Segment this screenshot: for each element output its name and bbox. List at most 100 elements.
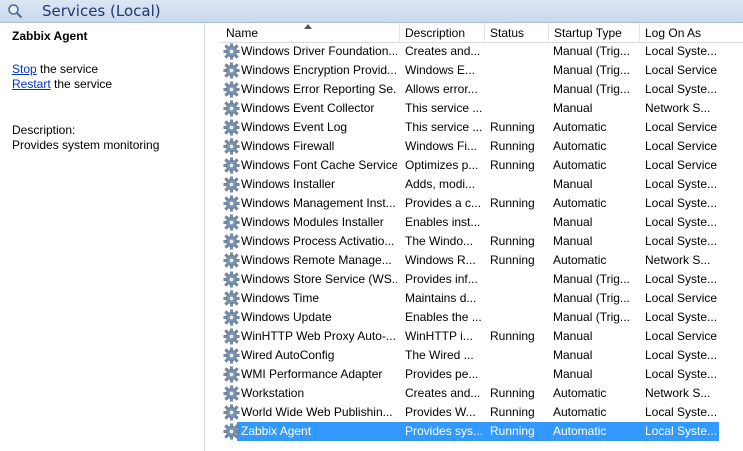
service-name-cell: Windows Modules Installer	[241, 215, 384, 229]
service-row[interactable]: Windows Event Log This service ... Running…	[219, 118, 743, 137]
column-header-description-label: Description	[405, 26, 466, 40]
service-status-cell: Running	[490, 120, 535, 134]
service-status-cell: Running	[490, 234, 535, 248]
service-row[interactable]: WinHTTP Web Proxy Auto-... WinHTTP i... Ru…	[219, 327, 743, 346]
gear-icon	[223, 366, 240, 383]
service-row[interactable]: Windows Installer Adds, modi... Manual Loca…	[219, 175, 743, 194]
service-status-cell	[490, 289, 546, 308]
service-description-cell: Maintains d...	[405, 291, 477, 305]
service-name-cell: WinHTTP Web Proxy Auto-...	[241, 329, 396, 343]
service-status-cell	[490, 213, 546, 232]
service-startup-cell: Manual	[553, 234, 593, 248]
service-row[interactable]: Wired AutoConfig The Wired ... Manual Local…	[219, 346, 743, 365]
gear-icon	[223, 119, 240, 136]
service-logon-cell: Local Syste...	[645, 310, 718, 324]
service-name-cell: Zabbix Agent	[241, 424, 312, 438]
service-startup-cell: Automatic	[553, 139, 607, 153]
service-logon-cell: Network S...	[645, 386, 711, 400]
service-row[interactable]: Windows Process Activatio... The Windo...…	[219, 232, 743, 251]
service-description-cell: This service ...	[405, 120, 483, 134]
service-startup-cell: Manual	[553, 177, 593, 191]
service-name-cell: Workstation	[241, 386, 305, 400]
service-status-cell	[490, 175, 546, 194]
restart-action-text: the service	[50, 77, 113, 91]
service-status-cell	[490, 270, 546, 289]
gear-icon	[223, 271, 240, 288]
gear-icon	[223, 138, 240, 155]
service-startup-cell: Manual (Trig...	[553, 291, 630, 305]
service-name-cell: Windows Management Inst...	[241, 196, 396, 210]
gear-icon	[223, 347, 240, 364]
service-row[interactable]: Windows Time Maintains d... Manual (Trig..…	[219, 289, 743, 308]
service-description-cell: Provides sys...	[405, 424, 483, 438]
service-startup-cell: Manual	[553, 215, 593, 229]
service-startup-cell: Manual (Trig...	[553, 272, 630, 286]
service-name-cell: WMI Performance Adapter	[241, 367, 383, 381]
gear-icon	[223, 233, 240, 250]
service-status-cell	[490, 61, 546, 80]
service-status-cell: Running	[490, 424, 535, 438]
service-logon-cell: Local Service	[645, 139, 718, 153]
restart-service-link[interactable]: Restart	[12, 77, 51, 91]
service-startup-cell: Automatic	[553, 158, 607, 172]
service-description-cell: The Windo...	[405, 234, 474, 248]
service-name-cell: Windows Installer	[241, 177, 336, 191]
service-status-cell: Running	[490, 253, 535, 267]
service-description-cell: Windows Fi...	[405, 139, 478, 153]
service-row[interactable]: Windows Driver Foundation... Creates and.…	[219, 42, 743, 61]
service-row[interactable]: Windows Remote Manage... Windows R... Runn…	[219, 251, 743, 270]
column-header-status[interactable]: Status	[485, 23, 549, 42]
service-logon-cell: Local Syste...	[645, 82, 718, 96]
service-row[interactable]: Windows Event Collector This service ... M…	[219, 99, 743, 118]
page-title: Services (Local)	[42, 2, 161, 20]
service-details-pane: Zabbix Agent Stop the service Restart th…	[0, 23, 205, 451]
service-row[interactable]: Windows Error Reporting Se... Allows erro…	[219, 80, 743, 99]
services-list: Name Description Status Startup Type Log…	[219, 23, 743, 451]
service-name-cell: Windows Error Reporting Se...	[241, 82, 397, 96]
service-status-cell	[490, 99, 546, 118]
service-logon-cell: Local Service	[645, 120, 718, 134]
gear-icon	[223, 252, 240, 269]
service-row[interactable]: Windows Encryption Provid... Windows E...…	[219, 61, 743, 80]
service-status-cell	[490, 80, 546, 99]
service-description-cell: Provides W...	[405, 405, 476, 419]
column-header-name[interactable]: Name	[219, 23, 400, 42]
gear-icon	[223, 62, 240, 79]
service-row[interactable]: Windows Font Cache Service Optimizes p...…	[219, 156, 743, 175]
service-logon-cell: Local Syste...	[645, 405, 718, 419]
column-header-startup-type[interactable]: Startup Type	[549, 23, 640, 42]
service-row[interactable]: Windows Management Inst... Provides a c..…	[219, 194, 743, 213]
service-row[interactable]: Windows Modules Installer Enables inst...…	[219, 213, 743, 232]
service-name-cell: Wired AutoConfig	[241, 348, 335, 362]
service-name-cell: Windows Process Activatio...	[241, 234, 395, 248]
service-startup-cell: Automatic	[553, 253, 607, 267]
column-header-startup-type-label: Startup Type	[554, 26, 622, 40]
service-logon-cell: Local Syste...	[645, 44, 718, 58]
column-header-log-on-as[interactable]: Log On As	[640, 23, 743, 42]
service-row[interactable]: Zabbix Agent Provides sys... Running Automa…	[219, 422, 743, 441]
service-logon-cell: Local Syste...	[645, 177, 718, 191]
column-header-row: Name Description Status Startup Type Log…	[219, 23, 743, 43]
stop-service-link[interactable]: Stop	[12, 62, 37, 76]
service-status-cell	[490, 308, 546, 327]
service-row[interactable]: Workstation Creates and... Running Automati…	[219, 384, 743, 403]
service-startup-cell: Automatic	[553, 386, 607, 400]
service-logon-cell: Network S...	[645, 253, 711, 267]
gear-icon	[223, 309, 240, 326]
service-description-cell: Windows E...	[405, 63, 476, 77]
service-row[interactable]: Windows Store Service (WS... Provides inf…	[219, 270, 743, 289]
column-header-log-on-as-label: Log On As	[645, 26, 702, 40]
service-description-cell: Creates and...	[405, 44, 481, 58]
service-description-cell: Windows R...	[405, 253, 476, 267]
column-header-description[interactable]: Description	[400, 23, 485, 42]
service-description-cell: Enables the ...	[405, 310, 482, 324]
service-row[interactable]: Windows Firewall Windows Fi... Running Auto…	[219, 137, 743, 156]
service-row[interactable]: WMI Performance Adapter Provides pe... Man…	[219, 365, 743, 384]
service-row[interactable]: Windows Update Enables the ... Manual (Tri…	[219, 308, 743, 327]
service-description-cell: WinHTTP i...	[405, 329, 473, 343]
service-name-cell: Windows Store Service (WS...	[241, 272, 397, 286]
service-row[interactable]: World Wide Web Publishin... Provides W...…	[219, 403, 743, 422]
service-logon-cell: Local Service	[645, 158, 718, 172]
description-label: Description:	[12, 123, 76, 137]
service-name-cell: Windows Time	[241, 291, 320, 305]
